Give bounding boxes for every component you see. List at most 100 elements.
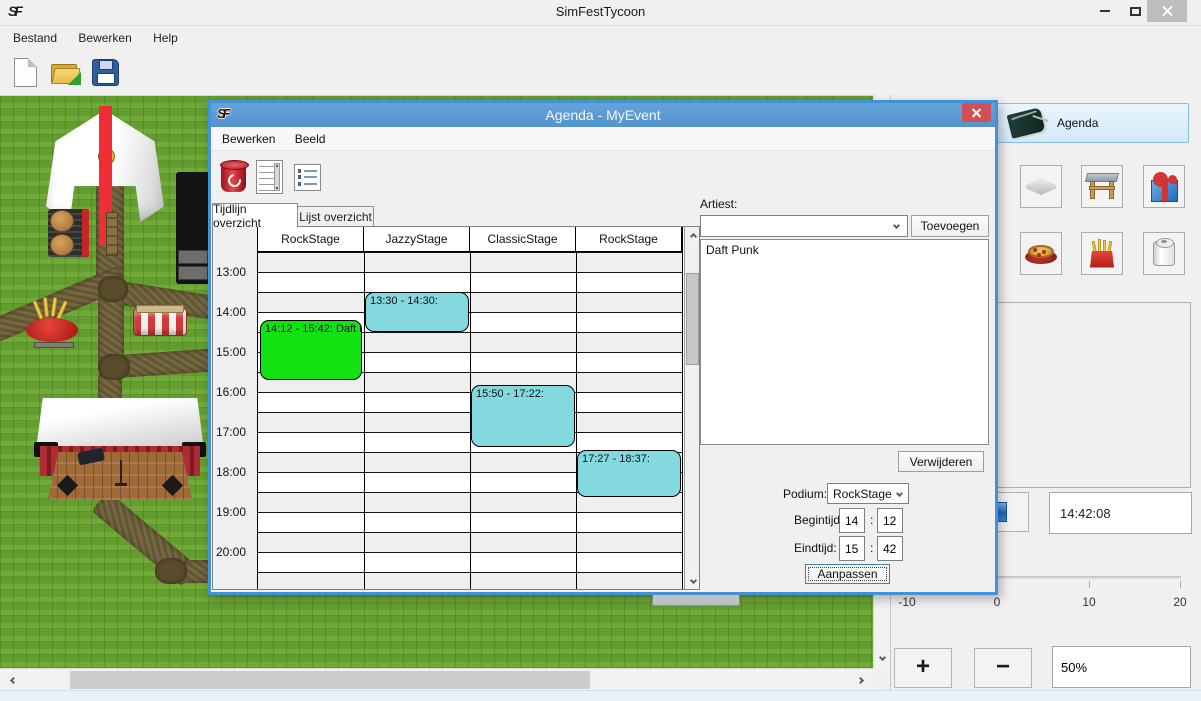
- map-scroll-down-button[interactable]: [874, 646, 890, 668]
- podium-label: Podium:: [783, 487, 827, 501]
- stage-column-header: RockStage: [258, 227, 364, 251]
- agenda-button[interactable]: Agenda: [996, 103, 1189, 143]
- floor-tile-icon: [1026, 178, 1056, 195]
- column-divider: [364, 227, 365, 589]
- podium-combobox[interactable]: RockStage: [827, 483, 909, 504]
- scroll-down-button[interactable]: [686, 572, 700, 588]
- agenda-book-icon: [1007, 107, 1046, 139]
- artist-combobox[interactable]: [700, 215, 908, 237]
- burger-stand: [48, 209, 102, 257]
- shop-item-fries[interactable]: [1081, 232, 1123, 275]
- trash-icon: [221, 163, 246, 192]
- dialog-menu-bewerken[interactable]: Bewerken: [214, 127, 283, 151]
- tab-tijdlijn-overzicht[interactable]: Tijdlijn overzicht: [212, 203, 298, 227]
- begin-minute-input[interactable]: [877, 508, 903, 533]
- remove-artist-button[interactable]: Verwijderen: [898, 451, 984, 472]
- minimize-button[interactable]: [1090, 0, 1120, 22]
- path-junction: [155, 558, 187, 584]
- close-icon: [1162, 6, 1173, 17]
- apply-button[interactable]: Aanpassen: [805, 564, 890, 584]
- window-titlebar: SF SimFestTycoon: [0, 0, 1201, 23]
- clock-display: 14:42:08: [1049, 492, 1192, 534]
- podium-combobox-value: RockStage: [833, 487, 892, 501]
- chevron-right-icon: [856, 676, 863, 683]
- tab-lijst-overzicht[interactable]: Lijst overzicht: [298, 206, 374, 227]
- path-junction: [98, 276, 128, 302]
- menu-bestand[interactable]: Bestand: [4, 26, 66, 50]
- schedule-event[interactable]: 13:30 - 14:30:: [365, 292, 469, 332]
- shop-item-gift[interactable]: [1143, 165, 1185, 208]
- menu-help[interactable]: Help: [144, 26, 187, 50]
- new-file-button[interactable]: [6, 53, 44, 91]
- zoom-in-button[interactable]: +: [894, 648, 952, 688]
- main-stage: [36, 398, 204, 502]
- close-button[interactable]: [1147, 0, 1187, 22]
- schedule-event[interactable]: 15:50 - 17:22:: [471, 385, 575, 447]
- window-menubar: Bestand Bewerken Help: [0, 25, 1201, 49]
- time-separator: :: [870, 513, 873, 527]
- shop-item-toilet-paper[interactable]: [1143, 232, 1185, 275]
- chevron-left-icon: [9, 676, 16, 683]
- dialog-menu-beeld[interactable]: Beeld: [287, 127, 334, 151]
- window-title: SimFestTycoon: [0, 4, 1201, 19]
- maximize-button[interactable]: [1120, 0, 1150, 22]
- menu-bewerken[interactable]: Bewerken: [69, 26, 140, 50]
- scroll-up-button[interactable]: [686, 228, 700, 244]
- save-file-button[interactable]: [86, 53, 124, 91]
- shop-item-stage[interactable]: [1081, 165, 1123, 208]
- open-file-icon: [51, 60, 79, 84]
- list-view-button[interactable]: [290, 160, 324, 194]
- gift-icon: [1151, 180, 1178, 202]
- dialog-close-button[interactable]: [962, 103, 991, 122]
- chevron-down-icon: [878, 653, 885, 660]
- hour-label: 13:00: [216, 265, 246, 279]
- shop-item-pizza[interactable]: [1020, 232, 1062, 275]
- dialog-titlebar[interactable]: SF Agenda - MyEvent: [211, 103, 995, 127]
- open-file-button[interactable]: [46, 53, 84, 91]
- hour-label: 15:00: [216, 345, 246, 359]
- app-window: SF SimFestTycoon Bestand Bewerken Help: [0, 0, 1201, 701]
- fries-icon: [1089, 240, 1115, 268]
- artist-listbox[interactable]: Daft Punk: [700, 239, 989, 445]
- striped-stall: [133, 308, 187, 336]
- artist-label: Artiest:: [700, 197, 737, 211]
- begin-hour-input[interactable]: [839, 508, 865, 533]
- end-hour-input[interactable]: [839, 536, 865, 561]
- shop-item-floor-tile[interactable]: [1020, 165, 1062, 208]
- minimize-icon: [1100, 10, 1110, 12]
- pizza-icon: [1025, 244, 1057, 264]
- dialog-title: Agenda - MyEvent: [211, 107, 995, 123]
- end-minute-input[interactable]: [877, 536, 903, 561]
- scrollbar-thumb[interactable]: [686, 273, 699, 365]
- hour-label: 20:00: [216, 545, 246, 559]
- map-horizontal-scrollbar[interactable]: [0, 668, 873, 690]
- artist-list-item[interactable]: Daft Punk: [701, 240, 988, 260]
- path-junction: [98, 354, 130, 380]
- time-gutter: [213, 227, 258, 589]
- speaker-stack: [176, 172, 212, 284]
- schedule-scrollbar[interactable]: [684, 227, 700, 589]
- time-separator: :: [870, 541, 873, 555]
- chevron-down-icon: [689, 576, 696, 583]
- hour-label: 18:00: [216, 465, 246, 479]
- fries-stand: [26, 300, 78, 348]
- timeline-view-button[interactable]: [252, 157, 286, 197]
- slider-tick-label: 10: [1082, 595, 1095, 609]
- hour-label: 19:00: [216, 505, 246, 519]
- end-time-label: Eindtijd:: [794, 541, 837, 555]
- agenda-dialog: SF Agenda - MyEvent Bewerken Beeld Tijdl…: [208, 100, 998, 595]
- slider-tick: [1089, 581, 1090, 588]
- add-artist-button[interactable]: Toevoegen: [911, 215, 989, 237]
- map-scroll-left-button[interactable]: [0, 670, 26, 690]
- map-scroll-right-button[interactable]: [847, 670, 873, 690]
- status-bar: [0, 690, 1201, 701]
- zoom-value-input[interactable]: [1052, 646, 1191, 688]
- zoom-out-button[interactable]: −: [974, 648, 1032, 688]
- delete-event-button[interactable]: [216, 158, 250, 196]
- column-divider: [576, 227, 577, 589]
- scrollbar-thumb[interactable]: [70, 671, 590, 689]
- schedule-event-daft-punk[interactable]: 14:12 - 15:42: Daft Punk: [260, 320, 362, 380]
- schedule-event[interactable]: 17:27 - 18:37:: [577, 450, 681, 497]
- hour-label: 14:00: [216, 305, 246, 319]
- chevron-down-icon: [893, 222, 900, 229]
